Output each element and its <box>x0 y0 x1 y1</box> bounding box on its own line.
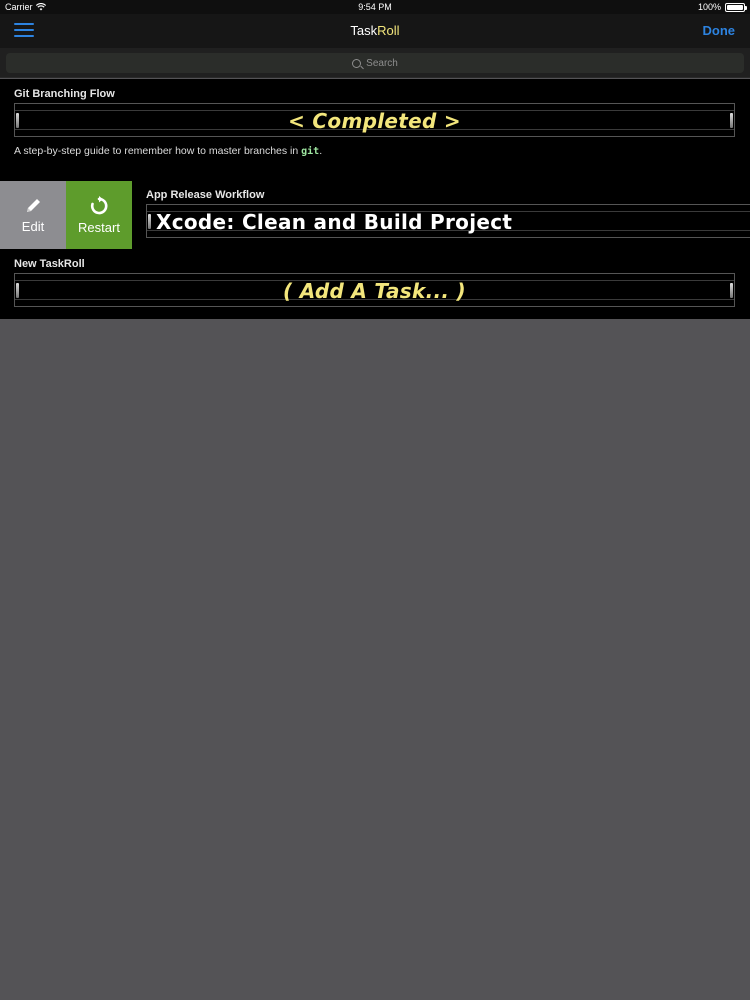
status-bar: Carrier 9:54 PM 100% <box>0 0 750 14</box>
current-task-label: Xcode: Clean and Build Project <box>156 210 513 234</box>
taskroll-title: Git Branching Flow <box>14 88 115 100</box>
hamburger-menu-icon[interactable] <box>14 23 34 39</box>
battery-percent: 100% <box>697 2 721 12</box>
edit-button[interactable]: Edit <box>0 181 66 249</box>
search-placeholder: Search <box>366 57 398 69</box>
navigation-bar: TaskRoll Done <box>0 14 750 48</box>
task-roller[interactable]: ( Add A Task... ) <box>14 273 735 307</box>
battery-icon <box>725 2 747 12</box>
description-suffix: . <box>319 145 323 157</box>
pencil-icon <box>27 198 40 212</box>
current-task-label: < Completed > <box>288 109 461 133</box>
done-button[interactable]: Done <box>703 23 736 38</box>
task-roller[interactable]: < Completed > <box>14 103 735 137</box>
search-bar: Search <box>0 48 750 78</box>
edit-label: Edit <box>21 218 45 234</box>
taskroll-title: New TaskRoll <box>14 258 85 270</box>
status-right: 100% <box>697 2 747 12</box>
restart-icon <box>90 195 108 214</box>
task-roller[interactable]: Xcode: Clean and Build Project <box>146 204 750 238</box>
nav-title: TaskRoll <box>0 23 750 38</box>
nav-title-roll: Roll <box>377 23 400 38</box>
description-text: A step-by-step guide to remember how to … <box>14 145 302 157</box>
taskroll-list: Git Branching Flow < Completed > A step-… <box>0 79 750 319</box>
taskroll-title: App Release Workflow <box>146 189 265 201</box>
roller-handle-left <box>148 214 151 229</box>
description-code: git <box>301 146 320 157</box>
search-input[interactable]: Search <box>6 53 744 73</box>
nav-title-task: Task <box>350 23 378 38</box>
status-time: 9:54 PM <box>358 2 392 12</box>
current-task-label: ( Add A Task... ) <box>283 279 466 303</box>
restart-button[interactable]: Restart <box>66 181 132 249</box>
search-icon <box>352 58 362 68</box>
restart-label: Restart <box>78 219 120 235</box>
taskroll-description: A step-by-step guide to remember how to … <box>14 145 322 157</box>
